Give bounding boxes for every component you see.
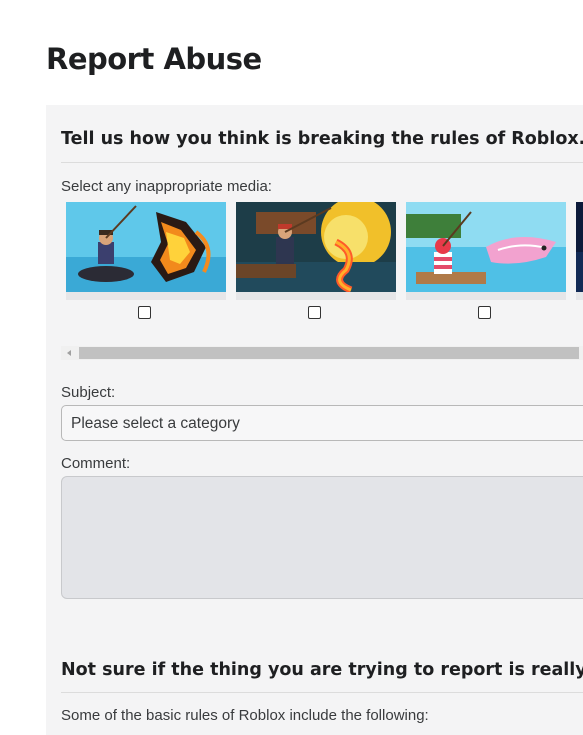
media-checkbox[interactable] — [308, 306, 321, 319]
rules-intro: Some of the basic rules of Roblox includ… — [61, 707, 429, 724]
comment-textarea[interactable] — [61, 476, 583, 599]
rules-heading: Not sure if the thing you are trying to … — [61, 660, 583, 680]
media-item — [576, 202, 583, 300]
report-form-panel: Tell us how you think is breaking the ru… — [46, 105, 583, 735]
divider — [61, 162, 583, 163]
page-title: Report Abuse — [46, 42, 262, 76]
media-checkbox[interactable] — [138, 306, 151, 319]
subject-select[interactable]: Please select a category — [61, 405, 583, 441]
dark-thumbnail-partial — [576, 202, 583, 300]
media-strip — [66, 202, 583, 327]
subject-select-value: Please select a category — [71, 415, 240, 432]
divider — [61, 692, 583, 693]
scroll-left-arrow-icon[interactable] — [67, 350, 71, 356]
media-item — [236, 202, 396, 319]
media-item — [406, 202, 566, 319]
scroll-thumb[interactable] — [79, 347, 579, 359]
subject-label: Subject: — [61, 384, 116, 401]
fisher-pink-shark-thumbnail — [406, 202, 566, 300]
media-scrollbar[interactable] — [61, 346, 583, 360]
fisher-lava-dragon-thumbnail — [66, 202, 226, 300]
report-heading: Tell us how you think is breaking the ru… — [61, 129, 583, 149]
comment-label: Comment: — [61, 455, 131, 472]
media-checkbox[interactable] — [478, 306, 491, 319]
media-label: Select any inappropriate media: — [61, 178, 272, 195]
fisher-magma-serpent-thumbnail — [236, 202, 396, 300]
media-item — [66, 202, 226, 319]
